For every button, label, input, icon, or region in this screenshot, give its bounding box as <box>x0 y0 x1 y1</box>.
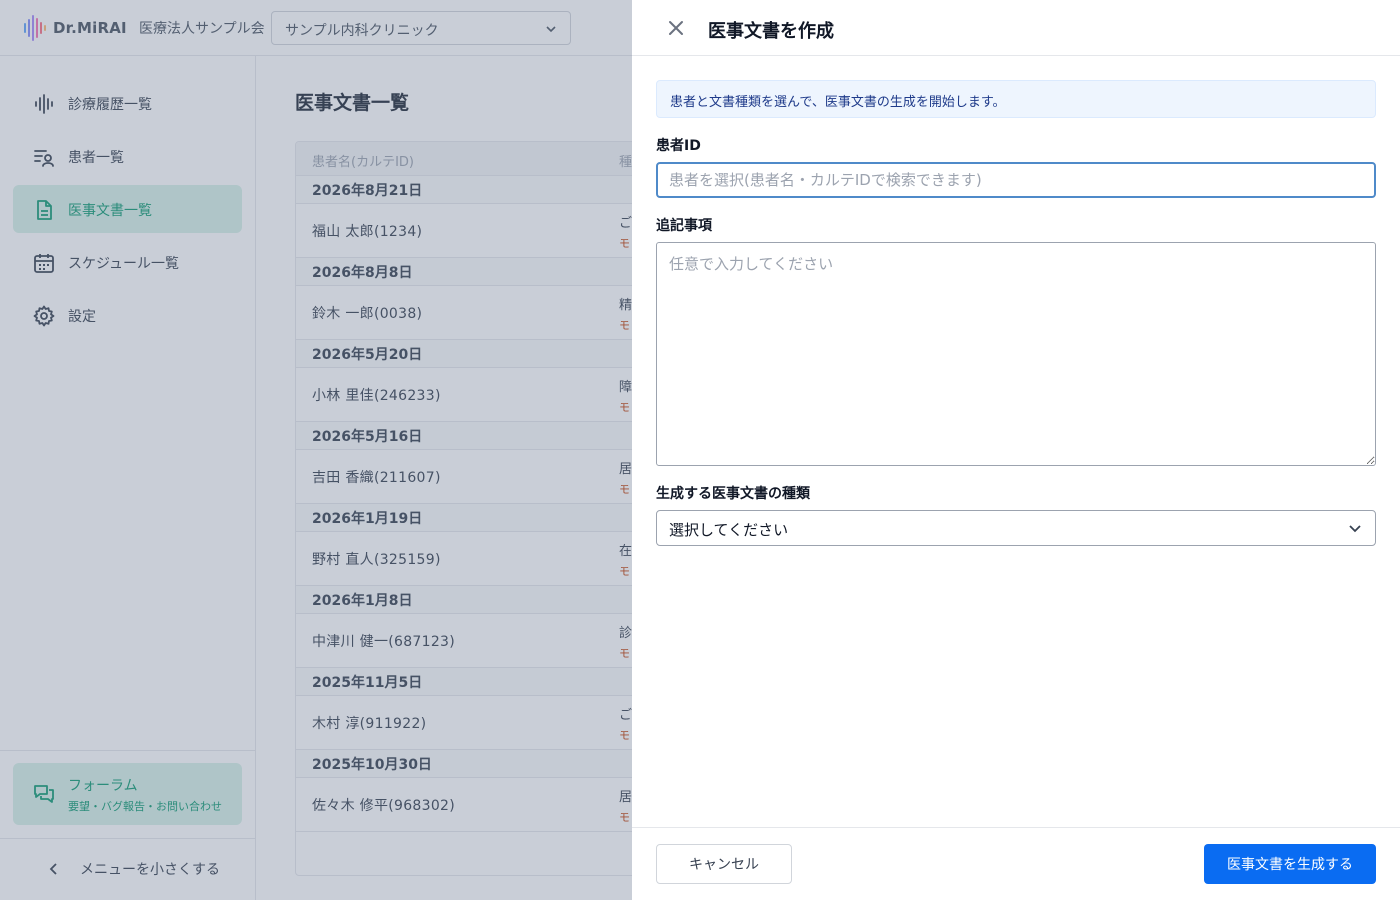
create-document-drawer: 医事文書を作成 患者と文書種類を選んで、医事文書の生成を開始します。 患者ID … <box>632 0 1400 900</box>
cancel-button[interactable]: キャンセル <box>656 844 792 884</box>
generate-document-button[interactable]: 医事文書を生成する <box>1204 844 1376 884</box>
patient-id-label: 患者ID <box>656 138 701 154</box>
drawer-title: 医事文書を作成 <box>708 21 834 42</box>
document-type-label: 生成する医事文書の種類 <box>656 486 810 502</box>
notes-label: 追記事項 <box>656 218 712 234</box>
drawer-header: 医事文書を作成 <box>632 0 1400 56</box>
modal-backdrop[interactable] <box>0 0 632 900</box>
info-message: 患者と文書種類を選んで、医事文書の生成を開始します。 <box>656 80 1376 118</box>
document-type-select[interactable]: 選択してください <box>656 510 1376 546</box>
patient-search-input[interactable] <box>656 162 1376 198</box>
document-type-select-value: 選択してください <box>669 521 789 539</box>
info-text: 患者と文書種類を選んで、医事文書の生成を開始します。 <box>670 95 1006 110</box>
notes-textarea[interactable] <box>656 242 1376 466</box>
chevron-down-icon <box>1349 525 1361 533</box>
close-icon[interactable] <box>664 16 688 40</box>
drawer-footer: キャンセル 医事文書を生成する <box>632 827 1400 900</box>
